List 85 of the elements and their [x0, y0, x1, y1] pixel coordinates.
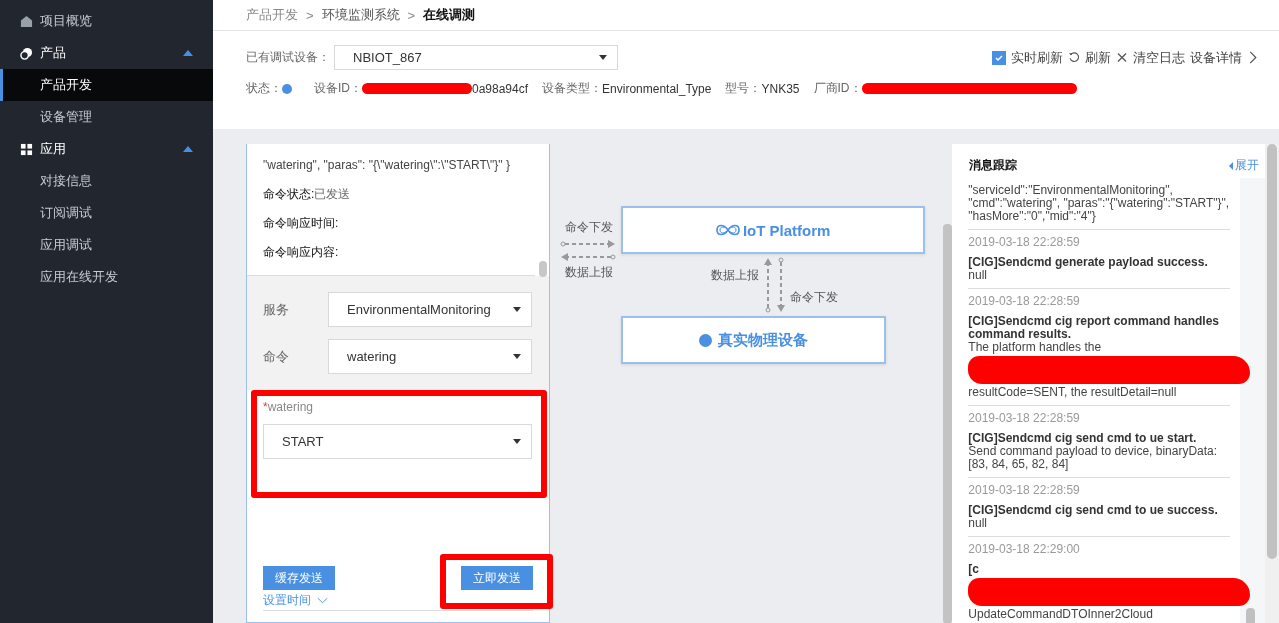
panel-title: 消息跟踪 — [969, 157, 1018, 174]
sidebar-item[interactable]: 设备管理 — [0, 101, 213, 133]
log-title: [CIG]Sendcmd generate payload success. — [968, 256, 1209, 269]
device-dot-icon — [698, 333, 712, 347]
sidebar-item[interactable]: 应用 — [0, 133, 213, 165]
log-message: UpdateCommandDTOInner2Cloud — [968, 608, 1154, 621]
log-message: "serviceId":"EnvironmentalMonitoring", "cmd":"watering", "paras":"{"watering":"START"}", "hasMore":"0","mid":"4"} — [968, 184, 1230, 223]
log-time: 2019-03-18 22:28:59 — [968, 411, 1081, 425]
dashed-arrow — [775, 257, 786, 313]
scrollbar-thumb[interactable] — [1267, 144, 1277, 559]
sidebar-item[interactable]: 应用在线开发 — [0, 261, 213, 293]
scrollbar-thumb[interactable] — [538, 261, 547, 277]
dashed-arrow — [762, 257, 773, 313]
log-time: 2019-03-18 22:28:59 — [968, 294, 1081, 308]
dashed-arrow — [559, 239, 616, 249]
checkbox[interactable] — [992, 50, 1006, 65]
sidebar-item[interactable]: 产品开发 — [0, 69, 213, 101]
device-details-link[interactable]: 设备详情 — [1190, 48, 1242, 67]
clear-log-button[interactable]: 清空日志 — [1133, 48, 1185, 67]
dropdown[interactable]: START — [263, 424, 532, 459]
breadcrumb-separator: > — [306, 7, 314, 23]
field-label: 设备ID： — [314, 80, 362, 97]
status-dot — [282, 83, 292, 94]
field-label: 型号： — [725, 80, 762, 97]
grid-icon — [20, 142, 33, 156]
device-select[interactable]: NBIOT_867 — [334, 45, 618, 70]
status-label: 状态： — [246, 80, 282, 97]
command-status-line: 命令响应时间: — [263, 215, 340, 232]
log-message: null — [968, 517, 987, 530]
breadcrumb-item: 在线调测 — [423, 6, 476, 24]
field-value: 0a98a94cf — [472, 81, 529, 96]
sidebar-item[interactable]: 订阅调试 — [0, 197, 213, 229]
log-time: 2019-03-18 22:28:59 — [968, 483, 1081, 497]
expand-link[interactable]: 展开 — [1229, 157, 1259, 174]
checkmark-icon — [994, 52, 1004, 63]
arrow-label: 命令下发 — [564, 219, 613, 236]
device-label: 已有调试设备： — [246, 49, 330, 66]
arrow-label: 数据上报 — [564, 264, 613, 281]
form-label: 服务 — [263, 300, 290, 319]
product-icon — [20, 46, 33, 60]
command-payload: "watering", "paras": "{\"watering\":\"START\"}" } — [263, 157, 511, 174]
refresh-button[interactable]: 刷新 — [1085, 48, 1111, 67]
arrow-label: 命令下发 — [789, 289, 838, 306]
field-value: YNK35 — [761, 81, 800, 96]
sidebar-item[interactable]: 项目概览 — [0, 5, 213, 37]
arrow-label: 数据上报 — [710, 267, 759, 284]
log-message: null — [968, 269, 987, 282]
param-label: watering — [267, 400, 314, 414]
breadcrumb-item[interactable]: 产品开发 — [246, 6, 298, 24]
log-time: 2019-03-18 22:28:59 — [968, 235, 1081, 249]
refresh-icon[interactable] — [1068, 51, 1080, 64]
breadcrumb-separator: > — [407, 7, 416, 23]
field-label: 设备类型： — [542, 80, 603, 97]
set-time-link[interactable]: 设置时间 — [263, 592, 311, 609]
home-icon — [20, 14, 33, 28]
scrollbar-thumb[interactable] — [1246, 608, 1255, 623]
required-mark: * — [263, 400, 268, 414]
breadcrumb-item[interactable]: 环境监测系统 — [321, 6, 400, 24]
sidebar-item[interactable]: 应用调试 — [0, 229, 213, 261]
command-status-line: 命令状态:已发送 — [263, 186, 352, 203]
field-value: Environmental_Type — [602, 81, 712, 96]
infinity-icon — [714, 223, 741, 237]
log-title: [CIG]Sendcmd cig send cmd to ue start. — [968, 432, 1198, 445]
platform-node: IoT Platform — [620, 206, 925, 254]
realtime-refresh-label[interactable]: 实时刷新 — [1011, 48, 1063, 67]
dropdown[interactable]: watering — [328, 339, 532, 374]
chevron-icon[interactable] — [1247, 51, 1259, 64]
field-label: 厂商ID： — [813, 80, 862, 97]
log-message: resultCode=SENT, the resultDetail=null — [968, 386, 1178, 399]
sidebar-item[interactable]: 产品 — [0, 37, 213, 69]
log-title: [CIG]Sendcmd cig send cmd to ue success. — [968, 504, 1219, 517]
close-icon[interactable] — [1116, 51, 1128, 64]
log-title: [c — [968, 563, 980, 576]
dropdown[interactable]: EnvironmentalMonitoring — [328, 292, 532, 327]
scrollbar-thumb[interactable] — [943, 224, 953, 623]
chevron-down-icon — [317, 597, 328, 604]
log-message: Send command payload to device, binaryData: [83, 84, 65, 82, 84] — [968, 445, 1219, 471]
log-time: 2019-03-18 22:29:00 — [968, 542, 1081, 556]
command-status-line: 命令响应内容: — [263, 244, 340, 261]
log-title: [CIG]Sendcmd cig report command handles command results. — [968, 315, 1221, 341]
dashed-arrow — [559, 252, 616, 262]
sidebar-item[interactable]: 对接信息 — [0, 165, 213, 197]
device-node: 真实物理设备 — [620, 316, 886, 364]
form-label: 命令 — [263, 347, 290, 366]
log-message: The platform handles the — [968, 341, 1103, 354]
